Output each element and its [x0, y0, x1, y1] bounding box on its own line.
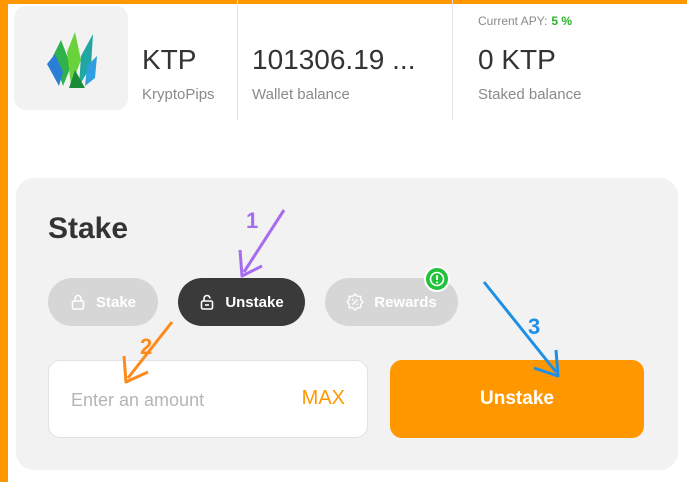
max-button[interactable]: MAX — [302, 387, 345, 410]
divider — [237, 0, 238, 120]
frame-left-border — [0, 0, 8, 482]
token-logo — [14, 6, 128, 110]
badge-percent-icon — [346, 293, 365, 311]
staked-balance-label: Staked balance — [478, 86, 582, 103]
wallet-balance-value: 101306.19 ... — [252, 44, 416, 75]
tab-rewards-label: Rewards — [374, 293, 437, 311]
unstake-submit-button[interactable]: Unstake — [390, 360, 644, 438]
divider — [452, 0, 453, 120]
staked-stat: 0 KTP Staked balance — [478, 0, 668, 120]
tab-unstake-label: Unstake — [225, 293, 284, 311]
unlock-icon — [201, 294, 214, 310]
token-name: KryptoPips — [142, 86, 215, 103]
amount-input[interactable] — [71, 385, 281, 415]
tab-stake[interactable]: Stake — [48, 278, 158, 326]
tab-stake-label: Stake — [95, 293, 137, 311]
token-stat: KTP KryptoPips — [142, 0, 232, 120]
amount-field-container: MAX — [48, 360, 368, 438]
card-title: Stake — [48, 212, 129, 245]
tab-unstake[interactable]: Unstake — [178, 278, 305, 326]
lock-icon — [71, 294, 85, 310]
wallet-balance-label: Wallet balance — [252, 86, 350, 103]
alert-icon — [424, 266, 450, 292]
staked-balance-value: 0 KTP — [478, 44, 556, 75]
wallet-stat: 101306.19 ... Wallet balance — [252, 0, 442, 120]
token-symbol: KTP — [142, 44, 197, 75]
green-crystal-icon — [47, 32, 97, 88]
